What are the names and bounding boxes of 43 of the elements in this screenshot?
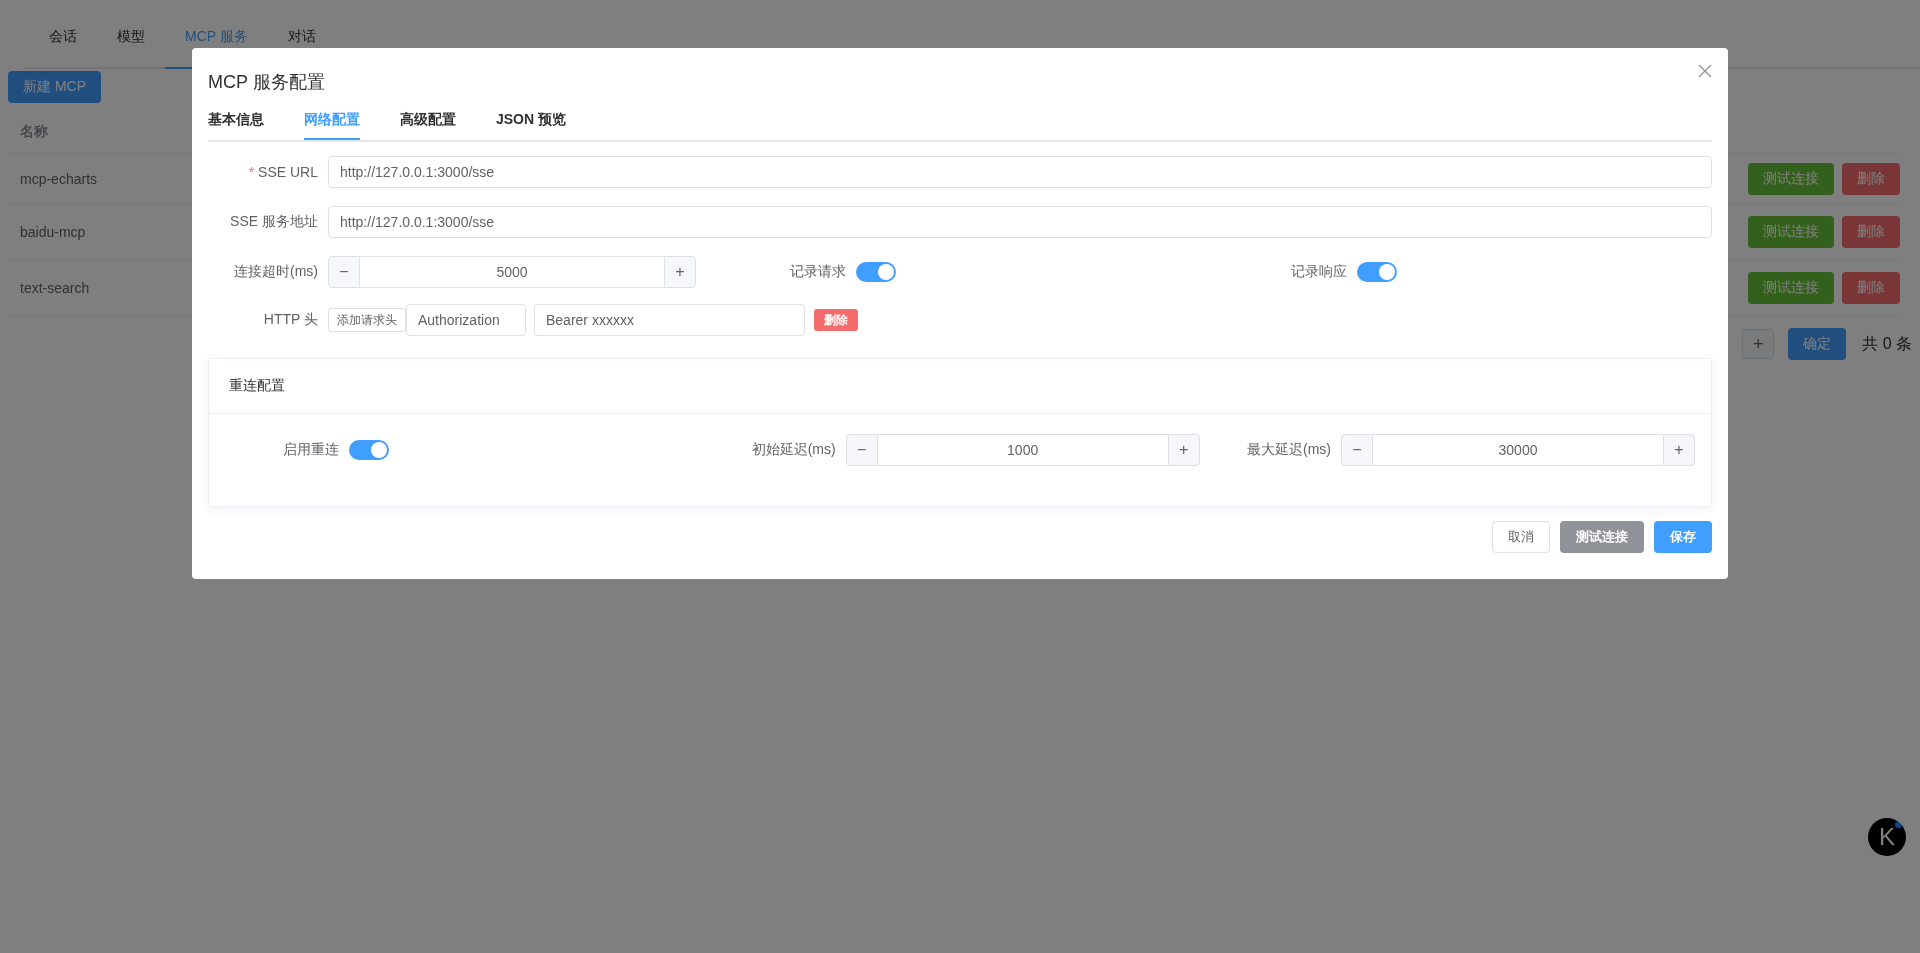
field-label: 记录请求 [789, 263, 848, 281]
number-field[interactable]: 30000 [1373, 434, 1663, 466]
input-field[interactable]: Bearer xxxxxx [534, 304, 805, 336]
toggle-switch[interactable] [856, 262, 897, 282]
increment-button[interactable]: + [1663, 434, 1695, 466]
field-label: SSE 服务地址 [229, 213, 319, 231]
field-label: HTTP 头 [262, 311, 319, 329]
nav-tab[interactable]: 会话 [25, 0, 97, 69]
total-count: 共 0 条 [1862, 333, 1912, 354]
footer-button[interactable]: 取消 [1492, 521, 1550, 553]
increment-button[interactable]: + [1742, 329, 1775, 359]
card-title: 重连配置 [229, 377, 285, 393]
number-field[interactable]: 1000 [877, 434, 1168, 466]
toggle-switch[interactable] [1357, 262, 1398, 282]
tab[interactable]: 基本信息 [208, 108, 264, 140]
field-label: 记录响应 [1290, 263, 1349, 281]
toggle-switch[interactable] [349, 440, 389, 460]
input-field[interactable]: Authorization [406, 304, 526, 336]
decrement-button[interactable]: − [328, 256, 360, 288]
decrement-button[interactable]: − [845, 434, 878, 466]
decrement-button[interactable]: − [1341, 434, 1373, 466]
input-field[interactable]: http://127.0.0.1:3000/sse [328, 156, 1712, 188]
field-label: 启用重连 [282, 441, 340, 459]
delete-button[interactable]: 删除 [814, 309, 858, 331]
input-field[interactable]: http://127.0.0.1:3000/sse [328, 206, 1712, 238]
field-label: 连接超时(ms) [233, 263, 319, 281]
close-icon[interactable] [1698, 64, 1712, 78]
tab[interactable]: 高级配置 [400, 108, 456, 140]
increment-button[interactable]: + [1167, 434, 1200, 466]
field-label: * SSE URL [247, 164, 319, 180]
nav-tab[interactable]: 模型 [97, 0, 165, 69]
logo[interactable]: K [1868, 818, 1906, 856]
number-field[interactable]: 5000 [360, 256, 664, 288]
add-header-button[interactable]: 添加请求头 [328, 308, 406, 332]
field-label: 最大延迟(ms) [1246, 441, 1332, 459]
tab[interactable]: JSON 预览 [496, 108, 566, 140]
table-cell: text-search [20, 279, 90, 296]
increment-button[interactable]: + [664, 256, 696, 288]
field-label: 初始延迟(ms) [750, 441, 837, 459]
footer-button[interactable]: 测试连接 [1560, 521, 1644, 553]
dialog-title: MCP 服务配置 [208, 71, 325, 94]
table-cell: mcp-echarts [20, 170, 98, 187]
table-cell: baidu-mcp [20, 223, 86, 240]
